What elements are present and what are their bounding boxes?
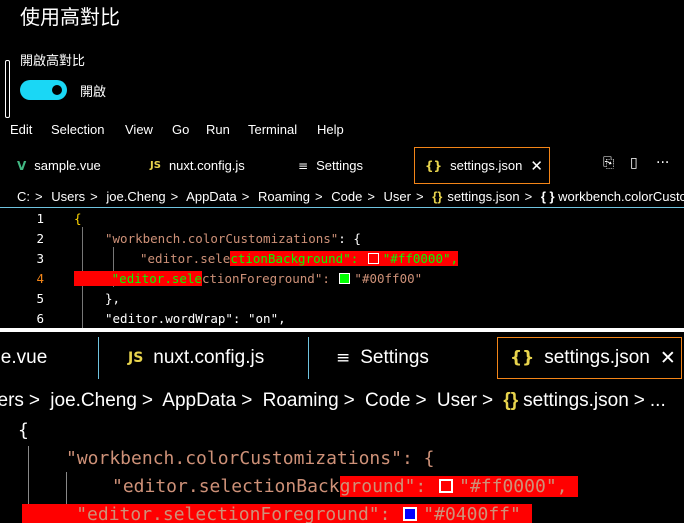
color-swatch-red[interactable]: [367, 253, 379, 264]
high-contrast-toggle[interactable]: [20, 80, 67, 100]
tab-label: settings.json: [450, 158, 523, 173]
breadcrumb-item[interactable]: Roaming: [263, 390, 339, 411]
page-title: 使用高對比: [20, 5, 120, 29]
menu-terminal[interactable]: Terminal: [248, 122, 297, 137]
breadcrumb-file[interactable]: settings.json: [447, 189, 519, 204]
code-line: "workbench.colorCustomizations": {: [105, 231, 361, 246]
settings-lines-icon: ≡: [336, 348, 351, 368]
tab-sample-vue[interactable]: ple.vue: [0, 337, 47, 379]
editor-zoomed: ple.vue JS nuxt.config.js ≡ Settings {} …: [0, 332, 684, 523]
tab-settings-json[interactable]: {} settings.json ✕: [414, 147, 550, 184]
menu-selection[interactable]: Selection: [51, 122, 104, 137]
code-line: "editor.selectionForeground": "#00ff00": [74, 271, 422, 286]
breadcrumb-item[interactable]: Users: [51, 189, 85, 204]
tab-separator: [98, 337, 99, 379]
tab-bar: V sample.vue JS nuxt.config.js ≡ Setting…: [0, 147, 684, 184]
tab-label: nuxt.config.js: [153, 347, 265, 368]
menu-bar: Edit Selection View Go Run Terminal Help: [0, 118, 684, 142]
color-swatch-red[interactable]: [439, 479, 454, 493]
breadcrumb-file[interactable]: settings.json: [523, 390, 629, 411]
close-icon[interactable]: ✕: [660, 347, 676, 369]
breadcrumb: C: > Users > joe.Cheng > AppData > Roaming > …: [0, 186, 684, 208]
close-icon[interactable]: ✕: [530, 157, 543, 175]
line-number: 1: [36, 211, 44, 226]
focus-indicator: [5, 60, 10, 118]
breadcrumb-item[interactable]: Roaming: [258, 189, 310, 204]
json-braces-icon: {}: [425, 158, 443, 173]
line-number: 6: [36, 311, 44, 326]
color-swatch-blue[interactable]: [403, 507, 418, 521]
toggle-knob: [52, 85, 62, 95]
breadcrumb-item[interactable]: AppData: [186, 189, 237, 204]
color-swatch-green[interactable]: [339, 273, 351, 284]
tab-label: sample.vue: [34, 158, 101, 173]
tab-settings-json[interactable]: {} settings.json ✕: [497, 337, 682, 379]
breadcrumb-item[interactable]: User: [384, 189, 411, 204]
line-number: 2: [36, 231, 44, 246]
code-line: "editor.selectionBackground": "#ff0000",: [112, 476, 579, 497]
menu-help[interactable]: Help: [317, 122, 344, 137]
code-editor[interactable]: { "workbench.colorCustomizations": { "ed…: [0, 420, 684, 523]
breadcrumb-more[interactable]: ...: [650, 390, 666, 411]
settings-lines-icon: ≡: [298, 158, 309, 173]
tab-settings[interactable]: ≡ Settings: [298, 147, 403, 184]
breadcrumb-item[interactable]: sers: [0, 390, 24, 411]
toggle-label: 開啟高對比: [20, 54, 86, 69]
breadcrumb-item[interactable]: AppData: [162, 390, 236, 411]
code-line: "editor.selectionBackground": "#ff0000",: [140, 251, 459, 266]
symbol-icon: { }: [540, 189, 555, 204]
breadcrumb-item[interactable]: Code: [331, 189, 362, 204]
menu-view[interactable]: View: [125, 122, 153, 137]
code-editor[interactable]: 1 2 3 4 5 6 { "workbench.colorCustomizat…: [0, 209, 684, 328]
json-braces-icon: {}: [503, 390, 519, 411]
code-line: {: [18, 420, 29, 441]
breadcrumb-item[interactable]: C:: [17, 189, 30, 204]
tab-label: Settings: [316, 158, 364, 173]
breadcrumb-item[interactable]: joe.Cheng: [106, 189, 165, 204]
more-actions-icon[interactable]: ···: [656, 155, 669, 171]
tab-separator: [308, 337, 309, 379]
line-number: 3: [36, 251, 44, 266]
js-icon: JS: [150, 160, 161, 171]
tab-nuxt-config[interactable]: JS nuxt.config.js: [128, 337, 264, 379]
tab-label: nuxt.config.js: [168, 158, 245, 173]
json-braces-icon: {}: [510, 348, 535, 368]
menu-go[interactable]: Go: [172, 122, 189, 137]
tab-label: ple.vue: [0, 347, 48, 368]
toggle-state-text: 開啟: [80, 85, 107, 100]
high-contrast-panel: 使用高對比 開啟高對比 開啟: [0, 0, 684, 118]
editor-window: Edit Selection View Go Run Terminal Help…: [0, 118, 684, 328]
tab-label: Settings: [360, 347, 429, 368]
tab-label: settings.json: [544, 347, 650, 368]
menu-run[interactable]: Run: [206, 122, 230, 137]
code-line: "editor.wordWrap": "on",: [105, 311, 286, 326]
breadcrumb-item[interactable]: Code: [365, 390, 410, 411]
tab-settings[interactable]: ≡ Settings: [336, 337, 429, 379]
open-changes-icon[interactable]: ⎘: [603, 155, 614, 171]
line-number: 4: [36, 271, 44, 286]
split-editor-icon[interactable]: ▯: [630, 155, 638, 171]
tab-sample-vue[interactable]: V sample.vue: [17, 147, 132, 184]
code-line: "editor.selectionForeground": "#0400ff": [22, 504, 532, 523]
breadcrumb-symbol[interactable]: workbench.colorCusto: [558, 189, 684, 204]
line-number: 5: [36, 291, 44, 306]
breadcrumb: sers> joe.Cheng> AppData> Roaming> Code>…: [0, 390, 684, 420]
code-line: "workbench.colorCustomizations": {: [66, 448, 435, 469]
vue-icon: V: [17, 158, 27, 173]
code-line: {: [74, 211, 82, 226]
breadcrumb-item[interactable]: joe.Cheng: [50, 390, 137, 411]
json-braces-icon: {}: [432, 189, 443, 204]
code-line: },: [105, 291, 121, 306]
tab-nuxt-config[interactable]: JS nuxt.config.js: [150, 147, 280, 184]
breadcrumb-item[interactable]: User: [437, 390, 477, 411]
js-icon: JS: [128, 350, 144, 366]
menu-edit[interactable]: Edit: [10, 122, 32, 137]
